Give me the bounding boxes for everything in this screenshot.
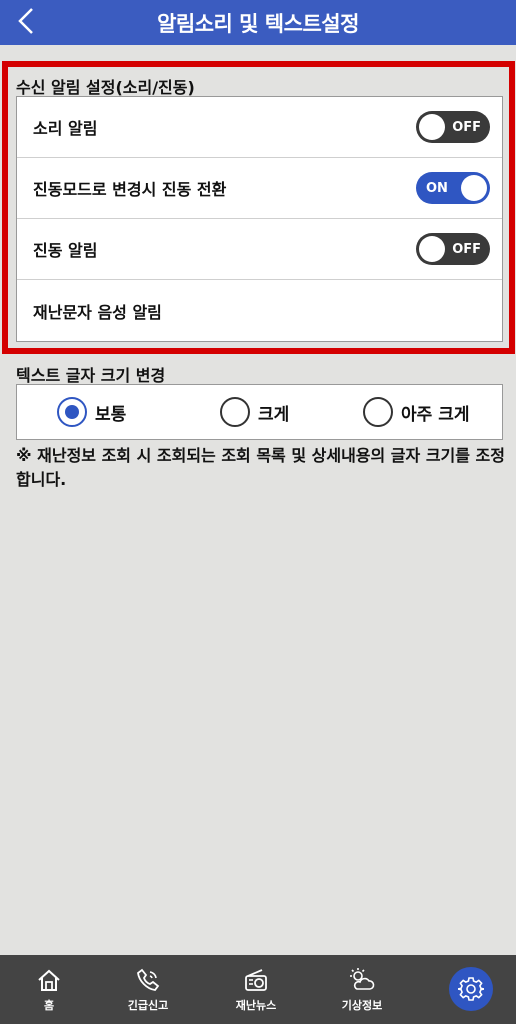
home-icon <box>38 969 60 991</box>
nav-emergency[interactable]: 긴급신고 <box>103 955 193 1024</box>
vibration-switch-row: 진동모드로 변경시 진동 전환 ON <box>17 158 502 219</box>
toggle-state: ON <box>426 180 448 196</box>
page-title: 알림소리 및 텍스트설정 <box>157 11 359 36</box>
gear-icon <box>458 977 484 1001</box>
nav-weather[interactable]: 기상정보 <box>317 955 407 1024</box>
app-header: 알림소리 및 텍스트설정 <box>0 0 516 45</box>
radio-extra-large-label: 아주 크게 <box>401 404 470 425</box>
nav-home-label: 홈 <box>43 998 55 1012</box>
radio-large-label: 크게 <box>258 404 290 425</box>
alarm-section-title: 수신 알림 설정(소리/진동) <box>16 78 195 97</box>
sound-alarm-row: 소리 알림 OFF <box>17 97 502 158</box>
text-size-note: ※ 재난정보 조회 시 조회되는 조회 목록 및 상세내용의 글자 크기를 조정… <box>16 446 505 489</box>
vibration-switch-label: 진동모드로 변경시 진동 전환 <box>33 180 227 199</box>
weather-icon <box>350 967 375 990</box>
text-size-section-title: 텍스트 글자 크기 변경 <box>16 366 166 385</box>
phone-icon <box>137 968 160 991</box>
radio-checked-icon <box>57 397 87 427</box>
nav-settings-button[interactable] <box>449 967 493 1011</box>
text-size-radio-group: 보통 크게 아주 크게 <box>16 384 503 440</box>
sound-alarm-label: 소리 알림 <box>33 119 98 138</box>
radio-normal-label: 보통 <box>95 404 127 425</box>
back-button[interactable] <box>10 4 42 38</box>
alarm-settings-card: 소리 알림 OFF 진동모드로 변경시 진동 전환 ON 진동 알림 OFF 재… <box>16 96 503 342</box>
radio-extra-large[interactable]: 아주 크게 <box>363 397 469 427</box>
vibration-alarm-row: 진동 알림 OFF <box>17 219 502 280</box>
nav-home[interactable]: 홈 <box>4 955 94 1024</box>
bottom-nav: 홈 긴급신고 재난뉴스 기상정보 <box>0 955 516 1024</box>
sound-alarm-toggle[interactable]: OFF <box>416 111 490 143</box>
voice-alarm-label: 재난문자 음성 알림 <box>33 302 162 322</box>
vibration-switch-toggle[interactable]: ON <box>416 172 490 204</box>
chevron-left-icon <box>18 8 33 34</box>
vibration-alarm-toggle[interactable]: OFF <box>416 233 490 265</box>
nav-news[interactable]: 재난뉴스 <box>211 955 301 1024</box>
toggle-knob <box>419 236 445 262</box>
nav-news-label: 재난뉴스 <box>235 998 277 1012</box>
toggle-state: OFF <box>452 241 481 257</box>
toggle-knob <box>419 114 445 140</box>
toggle-state: OFF <box>452 119 481 135</box>
radio-normal[interactable]: 보통 <box>57 397 126 427</box>
nav-weather-label: 기상정보 <box>341 998 383 1012</box>
radio-unchecked-icon <box>220 397 250 427</box>
nav-emergency-label: 긴급신고 <box>127 998 169 1012</box>
vibration-alarm-label: 진동 알림 <box>33 241 98 260</box>
radio-unchecked-icon <box>363 397 393 427</box>
radio-large[interactable]: 크게 <box>220 397 289 427</box>
toggle-knob <box>461 175 487 201</box>
radio-icon <box>245 968 267 991</box>
voice-alarm-row[interactable]: 재난문자 음성 알림 <box>17 280 502 341</box>
